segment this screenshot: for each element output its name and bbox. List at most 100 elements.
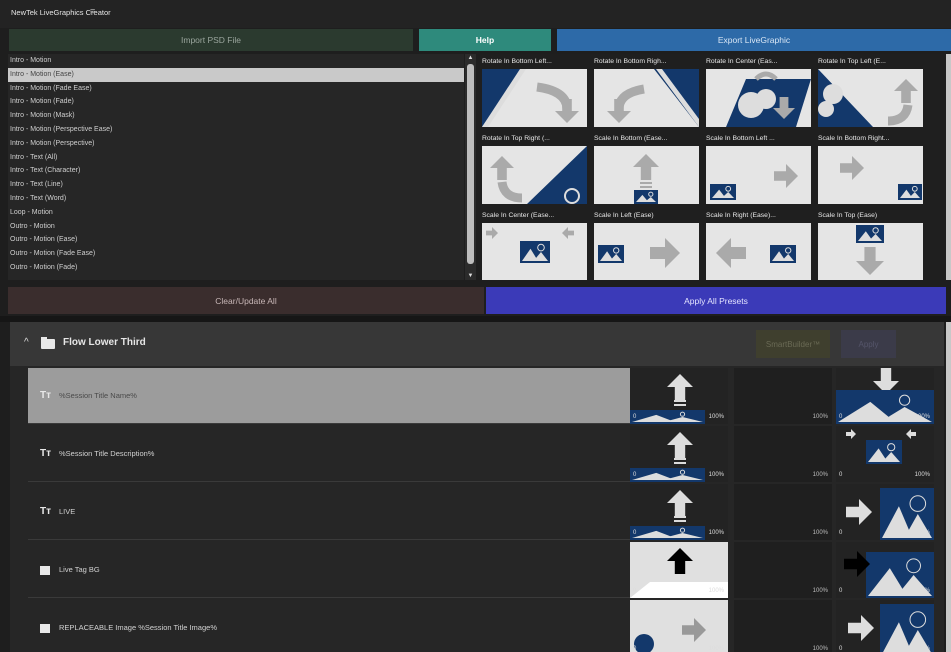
loop-preset-slot[interactable]: 100% xyxy=(734,600,832,652)
preset-preview-image xyxy=(734,600,832,652)
layer-row[interactable]: Tт %Session Title Name% xyxy=(28,368,632,424)
preset-list-item[interactable]: Loop - Motion xyxy=(8,206,464,220)
preset-preview-image xyxy=(482,223,587,280)
layer-row[interactable]: REPLACEABLE Image %Session Title Image% xyxy=(28,600,632,652)
intro-preset-slot[interactable]: 0 100% xyxy=(630,426,728,482)
timing-end: 100% xyxy=(914,530,930,536)
preset-preview-image xyxy=(482,69,587,127)
layer-name: LIVE xyxy=(59,507,76,516)
layer-row[interactable]: Tт %Session Title Description% xyxy=(28,426,632,482)
preset-thumbnail[interactable]: Rotate In Bottom Righ... xyxy=(592,56,699,127)
preset-list-item[interactable]: Intro - Text (Character) xyxy=(8,164,464,178)
preset-thumbnail[interactable]: Rotate In Top Left (E... xyxy=(816,56,923,127)
chevron-up-icon[interactable]: ^ xyxy=(24,337,29,348)
timing-start: 0 xyxy=(633,530,637,536)
preset-thumbnail[interactable]: Scale In Right (Ease)... xyxy=(704,210,811,280)
scroll-down-icon[interactable]: ▼ xyxy=(466,272,475,280)
layer-row-background xyxy=(28,542,632,598)
text-layer-icon: Tт xyxy=(40,448,52,459)
layer-row[interactable]: Tт LIVE xyxy=(28,484,632,540)
preset-thumbnail[interactable]: Scale In Center (Ease... xyxy=(480,210,587,280)
intro-preset-slot[interactable]: 0 100% xyxy=(630,600,728,652)
export-livegraphic-button[interactable]: Export LiveGraphic xyxy=(557,29,951,51)
layer-group-header[interactable]: ^ Flow Lower Third SmartBuilder™ Apply xyxy=(10,322,944,366)
import-psd-button[interactable]: Import PSD File xyxy=(9,29,413,51)
preset-thumbnail[interactable]: Scale In Bottom Left ... xyxy=(704,133,811,204)
preset-list[interactable]: Intro - Motion Intro - Motion (Ease) Intro… xyxy=(8,54,464,280)
timing-end: 100% xyxy=(708,414,724,420)
preset-preview-image xyxy=(630,600,728,652)
preset-list-item[interactable]: Outro - Motion (Fade Ease) xyxy=(8,247,464,261)
timing-end: 100% xyxy=(708,530,724,536)
scroll-up-icon[interactable]: ▲ xyxy=(466,54,475,62)
preset-list-item[interactable]: Intro - Text (All) xyxy=(8,151,464,165)
outro-preset-slot[interactable]: 0 100% xyxy=(836,484,934,540)
outro-preset-slot[interactable]: 0 100% xyxy=(836,368,934,424)
intro-preset-slot[interactable]: 0 100% xyxy=(630,368,728,424)
layer-list: Tт %Session Title Name% 0 100% 100% 0 100% Tт %S… xyxy=(10,366,944,652)
group-name: Flow Lower Third xyxy=(63,337,146,348)
group-apply-button[interactable]: Apply xyxy=(841,330,896,358)
timing-end: 100% xyxy=(812,530,828,536)
timing-end: 100% xyxy=(708,472,724,478)
smartbuilder-button[interactable]: SmartBuilder™ xyxy=(756,330,830,358)
loop-preset-slot[interactable]: 100% xyxy=(734,484,832,540)
preset-list-item[interactable]: Intro - Motion (Fade) xyxy=(8,95,464,109)
timing-start: 0 xyxy=(839,646,843,652)
timing-start: 0 xyxy=(839,588,843,594)
timing-end: 100% xyxy=(914,472,930,478)
preset-thumbnail[interactable]: Rotate In Center (Eas... xyxy=(704,56,811,127)
loop-preset-slot[interactable]: 100% xyxy=(734,426,832,482)
preset-list-item[interactable]: Intro - Motion (Ease) xyxy=(8,67,464,82)
preset-list-item[interactable]: Intro - Text (Line) xyxy=(8,178,464,192)
preset-list-item[interactable]: Intro - Motion (Perspective Ease) xyxy=(8,123,464,137)
loop-preset-slot[interactable]: 100% xyxy=(734,368,832,424)
layer-row[interactable]: Live Tag BG xyxy=(28,542,632,598)
loop-preset-slot[interactable]: 100% xyxy=(734,542,832,598)
scrollbar-thumb[interactable] xyxy=(467,64,474,264)
timing-start: 0 xyxy=(633,588,637,594)
preset-list-item[interactable]: Outro - Motion (Fade) xyxy=(8,261,464,275)
timing-start: 0 xyxy=(839,472,843,478)
intro-preset-slot[interactable]: 0 100% xyxy=(630,484,728,540)
preset-thumbnail-label: Scale In Left (Ease) xyxy=(594,212,654,219)
text-layer-icon: Tт xyxy=(40,390,52,401)
thumbnail-scrollbar[interactable] xyxy=(946,54,951,280)
preset-thumbnail-label: Rotate In Bottom Left... xyxy=(482,58,552,65)
help-button[interactable]: Help xyxy=(419,29,551,51)
preset-list-scrollbar[interactable]: ▲ ▼ xyxy=(465,54,476,280)
preset-thumbnail[interactable]: Rotate In Top Right (... xyxy=(480,133,587,204)
preset-thumbnail[interactable]: Scale In Left (Ease) xyxy=(592,210,699,280)
preset-preview-image xyxy=(818,223,923,280)
layer-name: Live Tag BG xyxy=(59,565,100,574)
timing-end: 100% xyxy=(914,646,930,652)
timing-start: 0 xyxy=(633,646,637,652)
clear-update-all-button[interactable]: Clear/Update All xyxy=(8,287,484,314)
outro-preset-slot[interactable]: 0 100% xyxy=(836,426,934,482)
preset-preview-image xyxy=(706,69,811,127)
layer-list-scrollbar[interactable] xyxy=(946,322,951,652)
preset-thumbnail[interactable]: Scale In Bottom (Ease... xyxy=(592,133,699,204)
preset-preview-image xyxy=(706,223,811,280)
hamburger-icon[interactable]: ≡ xyxy=(90,6,95,16)
preset-list-item[interactable]: Intro - Motion (Fade Ease) xyxy=(8,82,464,96)
outro-preset-slot[interactable]: 0 100% xyxy=(836,600,934,652)
preset-thumbnail-label: Rotate In Bottom Righ... xyxy=(594,58,667,65)
preset-list-item[interactable]: Outro - Motion (Ease) xyxy=(8,233,464,247)
app-title: NewTek LiveGraphics Creator xyxy=(11,8,111,17)
apply-all-presets-button[interactable]: Apply All Presets xyxy=(486,287,946,314)
preset-preview-image xyxy=(848,604,934,652)
intro-preset-slot[interactable]: 0 100% xyxy=(630,542,728,598)
preset-list-item[interactable]: Intro - Motion xyxy=(8,54,464,68)
preset-list-item[interactable]: Outro - Motion xyxy=(8,220,464,234)
preset-list-item[interactable]: Intro - Text (Word) xyxy=(8,192,464,206)
preset-thumbnail[interactable]: Scale In Top (Ease) xyxy=(816,210,923,280)
preset-thumbnail-label: Rotate In Top Right (... xyxy=(482,135,550,142)
preset-thumbnail-label: Scale In Bottom Right... xyxy=(818,135,890,142)
preset-list-item[interactable]: Intro - Motion (Perspective) xyxy=(8,137,464,151)
preset-preview-image xyxy=(482,146,587,204)
outro-preset-slot[interactable]: 0 100% xyxy=(836,542,934,598)
preset-list-item[interactable]: Intro - Motion (Mask) xyxy=(8,109,464,123)
preset-thumbnail[interactable]: Scale In Bottom Right... xyxy=(816,133,923,204)
preset-thumbnail[interactable]: Rotate In Bottom Left... xyxy=(480,56,587,127)
